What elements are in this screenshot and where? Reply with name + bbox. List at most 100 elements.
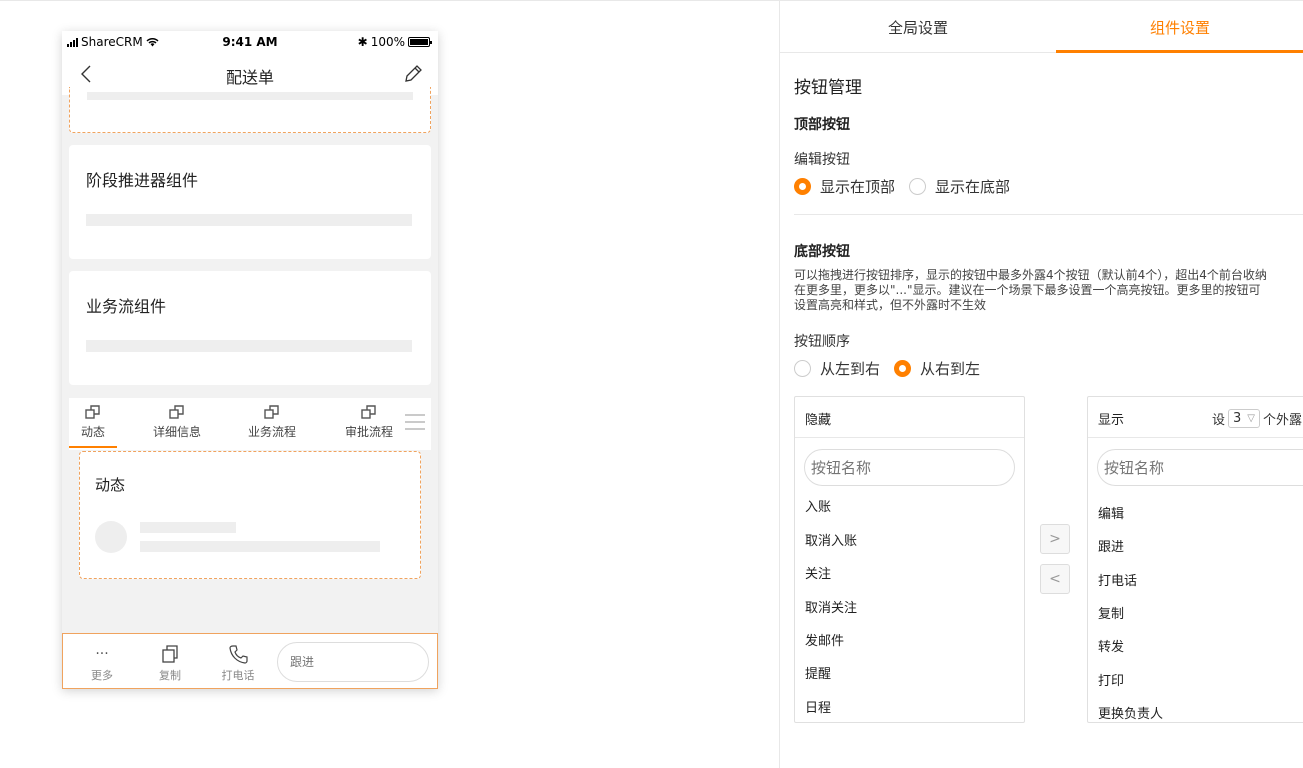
tab-label: 动态 (81, 425, 106, 439)
tab-approval-process[interactable]: 审批流程 (345, 404, 393, 440)
component-icon (264, 405, 279, 419)
list-header: 显示 设 3 ▽ 个外露 (1088, 397, 1303, 438)
component-icon (85, 405, 100, 419)
button-label: 打电话 (221, 669, 255, 682)
select-value: 3 (1233, 411, 1242, 426)
description-line: 在更多里，更多以"..."显示。建议在一个场景下最多设置一个高亮按钮。更多里的按… (794, 283, 1261, 297)
list-title: 隐藏 (805, 413, 832, 428)
bluetooth-icon: ✱ (357, 35, 368, 49)
edit-button-label: 编辑按钮 (794, 152, 850, 168)
bottom-action-bar: ··· 更多 复制 打电话 (62, 633, 438, 689)
activity-section[interactable]: 动态 (79, 451, 421, 579)
list-item[interactable]: 取消入账 (805, 530, 857, 549)
copy-icon (162, 645, 178, 663)
list-item[interactable]: 复制 (1098, 603, 1124, 622)
list-item[interactable]: 跟进 (1098, 536, 1124, 555)
battery-percent: 100% (370, 35, 405, 49)
radio-label: 从右到左 (920, 360, 981, 378)
selected-component-top[interactable] (69, 87, 431, 133)
stage-progress-card[interactable]: 阶段推进器组件 (69, 145, 431, 259)
radio-unchecked-icon (909, 178, 927, 195)
placeholder-bar (140, 541, 380, 552)
tab-label: 业务流程 (248, 425, 297, 439)
page-title: 配送单 (225, 68, 274, 87)
settings-tabs: 全局设置 组件设置 (780, 1, 1303, 53)
radio-left-to-right[interactable]: 从左到右 (794, 358, 880, 379)
tab-component-settings[interactable]: 组件设置 (1056, 17, 1303, 38)
edit-button-position: 显示在顶部 显示在底部 (794, 176, 1024, 197)
phone-icon (229, 645, 248, 664)
radio-label: 显示在顶部 (820, 178, 896, 196)
business-flow-card[interactable]: 业务流组件 (69, 271, 431, 385)
list-title: 显示 (1098, 413, 1125, 428)
radio-unchecked-icon (794, 360, 811, 377)
divider (794, 214, 1303, 215)
canvas: ShareCRM 9:41 AM ✱ 100% 配送单 阶段推进器组件 业务流组… (0, 0, 1303, 768)
copy-button[interactable]: 复制 (145, 644, 195, 683)
hidden-buttons-list: 隐藏 入账 取消入账 关注 取消关注 发邮件 提醒 日程 (794, 396, 1025, 723)
list-header: 隐藏 (795, 397, 1024, 438)
placeholder-bar (140, 522, 236, 533)
more-icon: ··· (95, 646, 109, 662)
card-title: 业务流组件 (86, 297, 167, 316)
battery-icon (408, 37, 432, 47)
bottom-buttons-description: 可以拖拽进行按钮排序，显示的按钮中最多外露4个按钮（默认前4个），超出4个前台收… (794, 268, 1303, 313)
hidden-search-input[interactable] (804, 449, 1015, 486)
list-item[interactable]: 转发 (1098, 636, 1124, 655)
radio-right-to-left[interactable]: 从右到左 (894, 358, 980, 379)
button-order-label: 按钮顺序 (794, 334, 850, 350)
tab-global-settings[interactable]: 全局设置 (780, 17, 1056, 38)
list-item[interactable]: 提醒 (805, 663, 831, 682)
avatar-placeholder (95, 521, 127, 553)
pencil-icon[interactable] (402, 63, 424, 85)
radio-label: 从左到右 (820, 360, 881, 378)
move-right-button[interactable]: > (1040, 524, 1070, 554)
bottom-buttons-heading: 底部按钮 (794, 244, 850, 260)
radio-show-top[interactable]: 显示在顶部 (794, 176, 895, 197)
exposed-count-select[interactable]: 3 ▽ (1228, 409, 1260, 428)
description-line: 可以拖拽进行按钮排序，显示的按钮中最多外露4个按钮（默认前4个），超出4个前台收… (794, 268, 1267, 282)
list-item[interactable]: 日程 (805, 697, 831, 716)
section-title: 按钮管理 (794, 78, 862, 98)
placeholder-bar (86, 214, 412, 226)
list-item[interactable]: 入账 (805, 496, 831, 515)
move-left-button[interactable]: < (1040, 564, 1070, 594)
tab-activity[interactable]: 动态 (69, 404, 117, 448)
exposed-count-config: 设 3 ▽ 个外露 (1212, 409, 1302, 428)
button-label: 更多 (91, 669, 113, 682)
tab-details[interactable]: 详细信息 (153, 404, 201, 440)
button-label: 复制 (159, 669, 181, 682)
list-item[interactable]: 编辑 (1098, 503, 1124, 522)
list-item[interactable]: 更换负责人 (1098, 703, 1163, 722)
chevron-down-icon: ▽ (1247, 413, 1255, 424)
component-tabs: 动态 详细信息 业务流程 审批流程 (69, 398, 431, 450)
active-tab-indicator (1056, 50, 1303, 53)
shown-search-input[interactable] (1097, 449, 1303, 486)
config-suffix: 个外露 (1262, 413, 1302, 428)
list-item[interactable]: 打电话 (1098, 570, 1137, 589)
list-item[interactable]: 打印 (1098, 670, 1124, 689)
follow-up-input[interactable] (277, 642, 429, 682)
radio-label: 显示在底部 (935, 178, 1011, 196)
radio-checked-icon (894, 360, 912, 377)
placeholder-bar (87, 92, 413, 100)
list-item[interactable]: 取消关注 (805, 597, 857, 616)
radio-checked-icon (794, 178, 811, 195)
battery-status: ✱ 100% (357, 35, 432, 49)
tab-business-process[interactable]: 业务流程 (248, 404, 296, 440)
description-line: 设置高亮和样式，但不外露时不生效 (794, 298, 987, 312)
list-item[interactable]: 关注 (805, 563, 831, 582)
config-prefix: 设 (1211, 413, 1225, 428)
shown-buttons-list: 显示 设 3 ▽ 个外露 编辑 跟进 打电话 复制 转发 打印 更换负责人 (1087, 396, 1303, 723)
list-item[interactable]: 发邮件 (805, 630, 844, 649)
component-icon (361, 405, 376, 419)
card-title: 阶段推进器组件 (86, 171, 199, 190)
more-button[interactable]: ··· 更多 (77, 644, 127, 683)
placeholder-bar (86, 340, 412, 352)
button-order-options: 从左到右 从右到左 (794, 358, 994, 379)
tab-label: 详细信息 (153, 425, 202, 439)
hamburger-menu-icon[interactable] (405, 412, 425, 432)
call-button[interactable]: 打电话 (213, 644, 263, 683)
radio-show-bottom[interactable]: 显示在底部 (909, 176, 1010, 197)
status-bar: ShareCRM 9:41 AM ✱ 100% (62, 31, 438, 53)
